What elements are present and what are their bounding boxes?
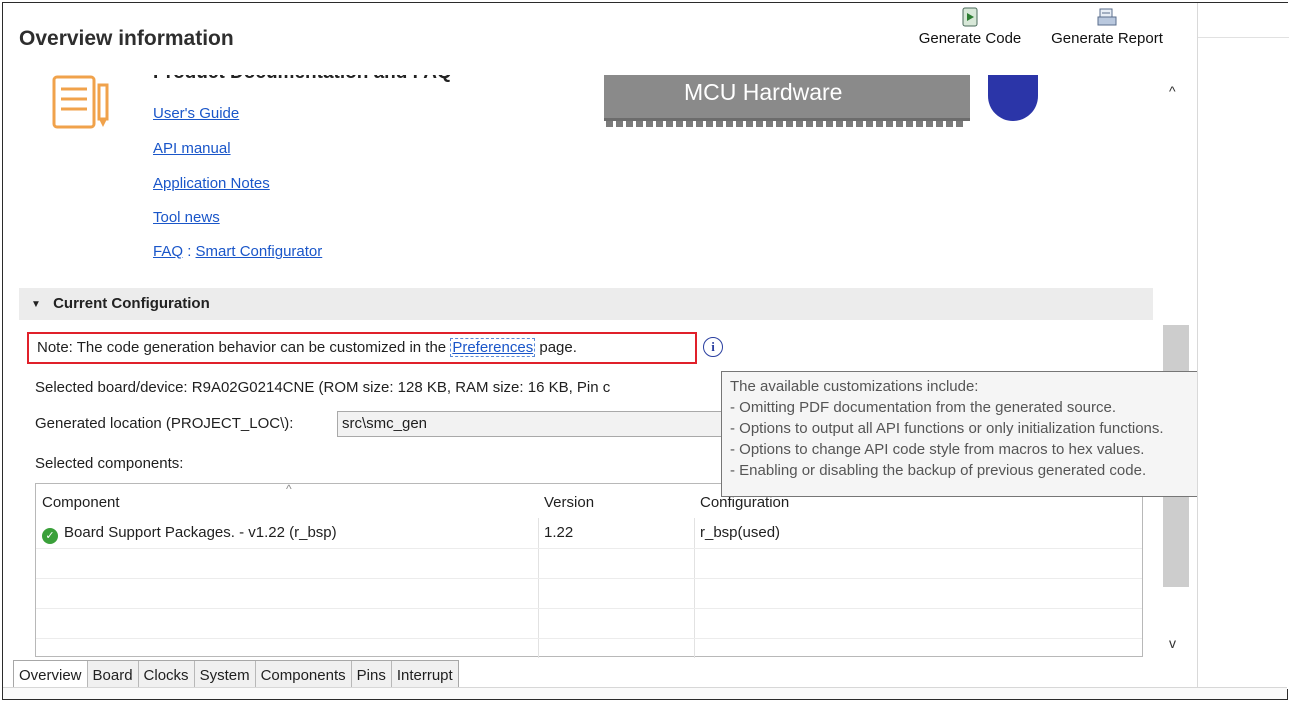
info-icon[interactable]: i (703, 337, 723, 357)
scroll-down-arrow-icon[interactable]: v (1169, 635, 1176, 651)
generate-code-label: Generate Code (918, 30, 1022, 47)
document-icon (52, 75, 109, 129)
column-divider (538, 518, 539, 658)
overview-content: Product Documentation and FAQ User's Gui… (3, 75, 1163, 663)
column-header-component[interactable]: Component (42, 494, 120, 511)
faq-separator: : (187, 243, 192, 260)
column-divider (694, 518, 695, 658)
note-suffix: page. (535, 339, 577, 356)
mcu-label: MCU Hardware (684, 79, 843, 105)
right-side-panel (1197, 3, 1289, 689)
preferences-link[interactable]: Preferences (450, 338, 536, 357)
page-title: Overview information (19, 27, 234, 50)
collapse-triangle-icon: ▼ (31, 299, 41, 310)
components-table: ^ Component Version Configuration ✓ Board… (35, 482, 1143, 658)
link-tool-news[interactable]: Tool news (153, 209, 220, 226)
status-strip (3, 687, 1287, 699)
generate-code-button[interactable]: Generate Code (903, 7, 1037, 47)
link-application-notes[interactable]: Application Notes (153, 175, 270, 192)
mcu-pins (606, 121, 966, 127)
generate-report-icon (1097, 8, 1117, 26)
check-circle-icon: ✓ (42, 528, 58, 544)
row-divider (36, 578, 1142, 579)
table-row[interactable]: ✓ Board Support Packages. - v1.22 (r_bsp) (42, 524, 337, 544)
note-prefix: Note: The code generation behavior can b… (37, 339, 451, 356)
generate-report-label: Generate Report (1051, 30, 1163, 47)
generate-code-icon (962, 7, 978, 27)
generate-report-button[interactable]: Generate Report (1037, 7, 1177, 47)
link-api-manual[interactable]: API manual (153, 140, 231, 157)
mcu-hardware-diagram: MCU Hardware (604, 75, 970, 127)
generated-location-field[interactable]: src\smc_gen (337, 411, 737, 437)
column-header-version[interactable]: Version (544, 494, 594, 511)
component-configuration: r_bsp(used) (700, 524, 781, 541)
note-highlight: Note: The code generation behavior can b… (27, 332, 697, 364)
row-divider (36, 638, 1142, 639)
section-title: Current Configuration (53, 295, 210, 312)
component-name: Board Support Packages. - v1.22 (r_bsp) (64, 524, 337, 541)
faq-row: FAQ : Smart Configurator (153, 243, 322, 260)
peripheral-shape (988, 75, 1038, 121)
row-divider (36, 548, 1142, 549)
documentation-heading: Product Documentation and FAQ (153, 75, 452, 84)
link-users-guide[interactable]: User's Guide (153, 105, 239, 122)
sort-caret-icon[interactable]: ^ (286, 482, 292, 496)
selected-components-label: Selected components: (35, 455, 184, 472)
smart-configurator-editor: Overview information Generate Code Gener… (2, 2, 1289, 700)
scroll-up-arrow-icon[interactable]: ^ (1169, 83, 1176, 99)
selected-board-text: Selected board/device: R9A02G0214CNE (RO… (35, 379, 611, 396)
panel-divider (1198, 37, 1289, 38)
component-version: 1.22 (544, 524, 574, 541)
link-smart-configurator[interactable]: Smart Configurator (196, 243, 323, 260)
faq-label[interactable]: FAQ (153, 243, 183, 260)
generated-location-label: Generated location (PROJECT_LOC\): (35, 415, 294, 432)
current-configuration-header[interactable]: ▼ Current Configuration (19, 288, 1153, 320)
row-divider (36, 608, 1142, 609)
